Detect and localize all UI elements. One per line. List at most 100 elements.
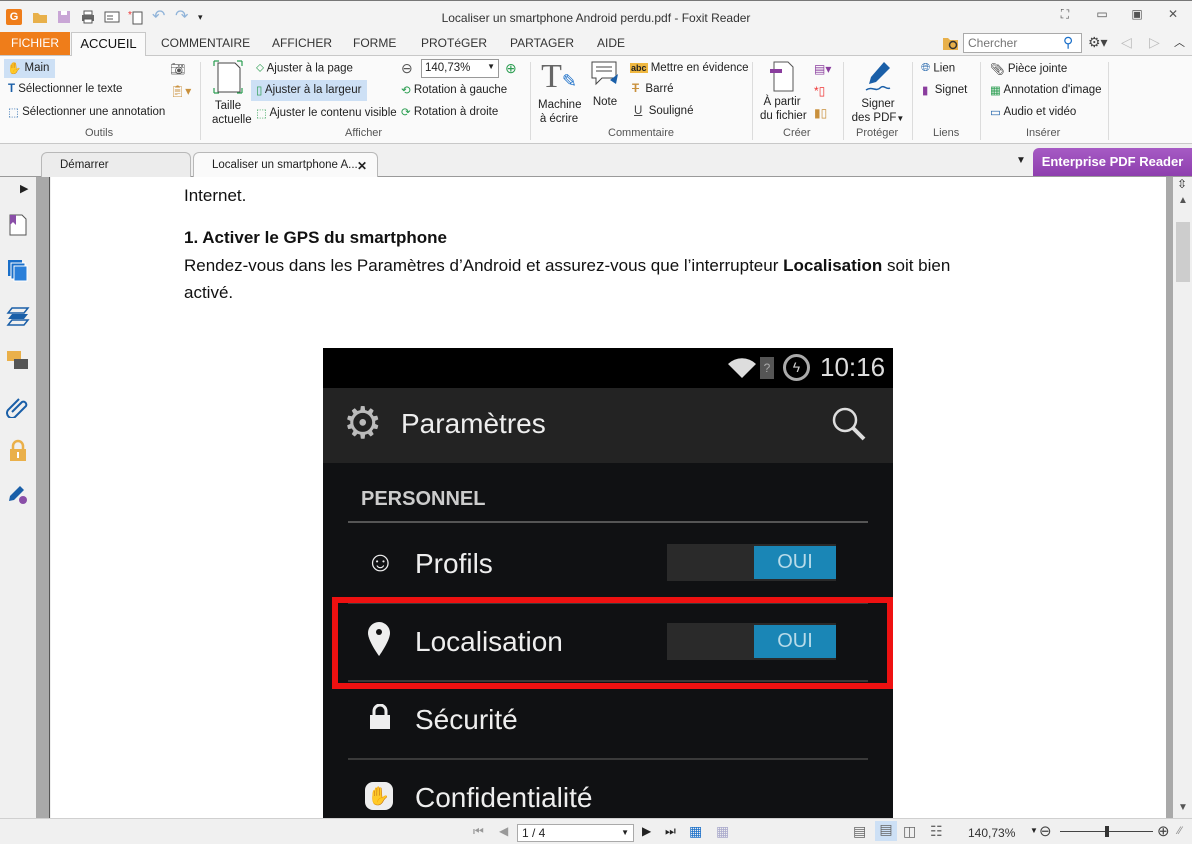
last-page-icon[interactable]: ⏭ bbox=[665, 824, 676, 839]
close-tab-icon[interactable]: ✕ bbox=[357, 159, 367, 173]
zoom-level[interactable]: 140,73% bbox=[968, 826, 1015, 840]
first-page-icon[interactable]: ⏮ bbox=[473, 824, 484, 839]
tab-afficher[interactable]: AFFICHER bbox=[272, 36, 332, 50]
blank-page-icon[interactable]: *▯ bbox=[814, 84, 825, 98]
collapse-ribbon-icon[interactable]: ︿ bbox=[1174, 34, 1185, 50]
create-from-file-button[interactable]: À partir du fichier bbox=[760, 60, 807, 123]
bookmark-button[interactable]: ▮ Signet bbox=[922, 83, 967, 97]
left-panel-splitter[interactable] bbox=[36, 177, 50, 818]
strikeout-button[interactable]: T Barré bbox=[632, 83, 674, 95]
next-page-icon[interactable]: ▶ bbox=[642, 824, 651, 838]
create-from-scanner-icon[interactable]: ▤▾ bbox=[814, 62, 831, 76]
scroll-up-icon[interactable]: ▲ bbox=[1178, 195, 1188, 206]
attachments-panel-icon[interactable] bbox=[6, 394, 30, 419]
expand-panel-icon[interactable]: ▶ bbox=[20, 182, 28, 195]
select-text-button[interactable]: T Sélectionner le texte bbox=[8, 83, 122, 95]
next-view-icon[interactable]: ▦ bbox=[716, 823, 729, 840]
scroll-down-icon[interactable]: ▼ bbox=[1178, 802, 1188, 813]
actual-size-button[interactable]: Taille actuelle bbox=[212, 60, 252, 126]
security-panel-icon[interactable] bbox=[6, 439, 30, 463]
single-page-icon[interactable]: ▤ bbox=[853, 823, 866, 840]
image-annotation-button[interactable]: ▦ Annotation d'image bbox=[990, 83, 1102, 97]
page-number-input[interactable]: 1 / 4 ▼ bbox=[517, 824, 634, 842]
previous-view-icon[interactable]: ▦ bbox=[689, 823, 702, 840]
bookmark-panel-icon[interactable] bbox=[6, 213, 30, 237]
zoom-out-icon[interactable]: ⊖ bbox=[1039, 822, 1052, 840]
zoom-slider[interactable] bbox=[1060, 826, 1153, 837]
tab-forme[interactable]: FORME bbox=[353, 36, 396, 50]
scrollbar-thumb[interactable] bbox=[1176, 222, 1190, 282]
doc-text-internet: Internet. bbox=[184, 186, 247, 205]
clipboard-icon[interactable]: 📋︎▾ bbox=[170, 84, 191, 98]
zoom-in-icon[interactable]: ⊕ bbox=[505, 60, 517, 77]
rotate-right-button[interactable]: ⟳ Rotation à droite bbox=[401, 105, 498, 119]
fit-page-button[interactable]: ⬦ Ajuster à la page bbox=[256, 62, 353, 75]
comments-panel-icon[interactable] bbox=[6, 349, 30, 373]
pdf-page: Internet. 1. Activer le GPS du smartphon… bbox=[51, 177, 1170, 818]
layers-panel-icon[interactable] bbox=[6, 304, 30, 328]
split-view-icon[interactable]: ⇳ bbox=[1177, 177, 1187, 191]
from-clipboard-icon[interactable]: ▮▯ bbox=[814, 106, 827, 120]
next-result-icon[interactable]: ▷ bbox=[1149, 34, 1160, 51]
fit-width-button[interactable]: ▯ Ajuster à la largeur bbox=[251, 80, 367, 101]
settings-gear-icon[interactable]: ⚙▾ bbox=[1088, 34, 1108, 51]
note-label: Note bbox=[592, 96, 618, 108]
underline-icon: U bbox=[634, 105, 643, 117]
link-button[interactable]: 🌐︎ Lien bbox=[921, 62, 955, 75]
row-label: Profils bbox=[415, 548, 493, 579]
right-panel-splitter[interactable] bbox=[1166, 177, 1173, 818]
settings-gear-icon: ⚙ bbox=[343, 399, 383, 448]
audio-video-button[interactable]: ▭ Audio et vidéo bbox=[990, 105, 1076, 119]
close-button[interactable]: ✕ bbox=[1162, 7, 1184, 25]
signature-panel-icon[interactable] bbox=[6, 484, 30, 508]
chevron-down-icon: ▼ bbox=[621, 828, 629, 837]
zoom-in-icon[interactable]: ⊕ bbox=[1157, 822, 1170, 840]
facing-pages-icon[interactable]: ◫ bbox=[903, 823, 916, 840]
minimize-button[interactable]: ▭ bbox=[1091, 7, 1113, 25]
vertical-scrollbar[interactable]: ⇳ ▲ ▼ bbox=[1174, 177, 1192, 818]
tab-demarrer-label: Démarrer bbox=[60, 159, 109, 171]
zoom-dropdown-chevron-icon[interactable]: ▼ bbox=[1030, 826, 1038, 835]
select-text-label: Sélectionner le texte bbox=[18, 83, 123, 96]
tab-fichier[interactable]: FICHIER bbox=[0, 32, 70, 55]
tab-aide[interactable]: AIDE bbox=[597, 36, 625, 50]
hand-tool-label: Main bbox=[24, 62, 50, 75]
tab-commentaire[interactable]: COMMENTAIRE bbox=[161, 36, 250, 50]
snapshot-camera-icon[interactable]: 📷︎ bbox=[170, 62, 185, 76]
fullscreen-icon[interactable]: ⛶ bbox=[1054, 7, 1076, 25]
hand-tool-button[interactable]: ✋ Main bbox=[4, 59, 55, 78]
enterprise-pdf-reader-banner[interactable]: Enterprise PDF Reader bbox=[1033, 148, 1192, 176]
select-annotation-button[interactable]: ⬚ Sélectionner une annotation bbox=[8, 105, 165, 119]
attachment-button[interactable]: 📎︎ Pièce jointe bbox=[990, 62, 1067, 76]
tab-document[interactable]: Localiser un smartphone A... ✕ bbox=[193, 152, 378, 177]
paperclip-icon: 📎︎ bbox=[990, 64, 1005, 76]
sign-pdf-label-2: des PDF bbox=[851, 112, 897, 124]
underline-button[interactable]: U Souligné bbox=[634, 105, 693, 117]
continuous-facing-icon[interactable]: ☷ bbox=[930, 823, 943, 840]
zoom-out-icon[interactable]: ⊖ bbox=[401, 60, 413, 77]
tab-demarrer[interactable]: Démarrer bbox=[41, 152, 191, 177]
sign-pdf-button[interactable]: Signer des PDF▼ bbox=[851, 60, 905, 126]
previous-result-icon[interactable]: ◁ bbox=[1121, 34, 1132, 51]
restore-button[interactable]: ▣ bbox=[1126, 7, 1148, 25]
tab-accueil[interactable]: ACCUEIL bbox=[71, 32, 146, 56]
fit-visible-button[interactable]: ⬚ Ajuster le contenu visible bbox=[256, 106, 397, 120]
continuous-page-icon[interactable]: ▤ bbox=[875, 821, 897, 841]
previous-page-icon[interactable]: ◀ bbox=[499, 824, 508, 838]
tab-proteger[interactable]: PROTéGER bbox=[421, 36, 487, 50]
typewriter-button[interactable]: T✎ Machine à écrire bbox=[538, 60, 581, 126]
zoom-slider-thumb[interactable] bbox=[1104, 826, 1109, 837]
create-from-file-icon bbox=[770, 61, 794, 92]
note-button[interactable]: Note bbox=[589, 60, 621, 109]
highlight-button[interactable]: abc Mettre en évidence bbox=[630, 62, 749, 74]
tab-partager[interactable]: PARTAGER bbox=[510, 36, 574, 50]
android-search-icon bbox=[831, 406, 867, 445]
search-folder-icon[interactable] bbox=[942, 35, 960, 52]
pages-panel-icon[interactable] bbox=[6, 258, 30, 282]
search-icon[interactable]: ⚲ bbox=[1063, 34, 1073, 51]
zoom-dropdown[interactable]: 140,73% ▼ bbox=[421, 59, 499, 78]
rotate-left-button[interactable]: ⟲ Rotation à gauche bbox=[401, 83, 507, 97]
resize-grip-icon[interactable]: ⁄⁄ bbox=[1178, 825, 1182, 837]
rotate-left-label: Rotation à gauche bbox=[413, 84, 508, 97]
tab-list-chevron-icon[interactable]: ▼ bbox=[1016, 155, 1026, 166]
